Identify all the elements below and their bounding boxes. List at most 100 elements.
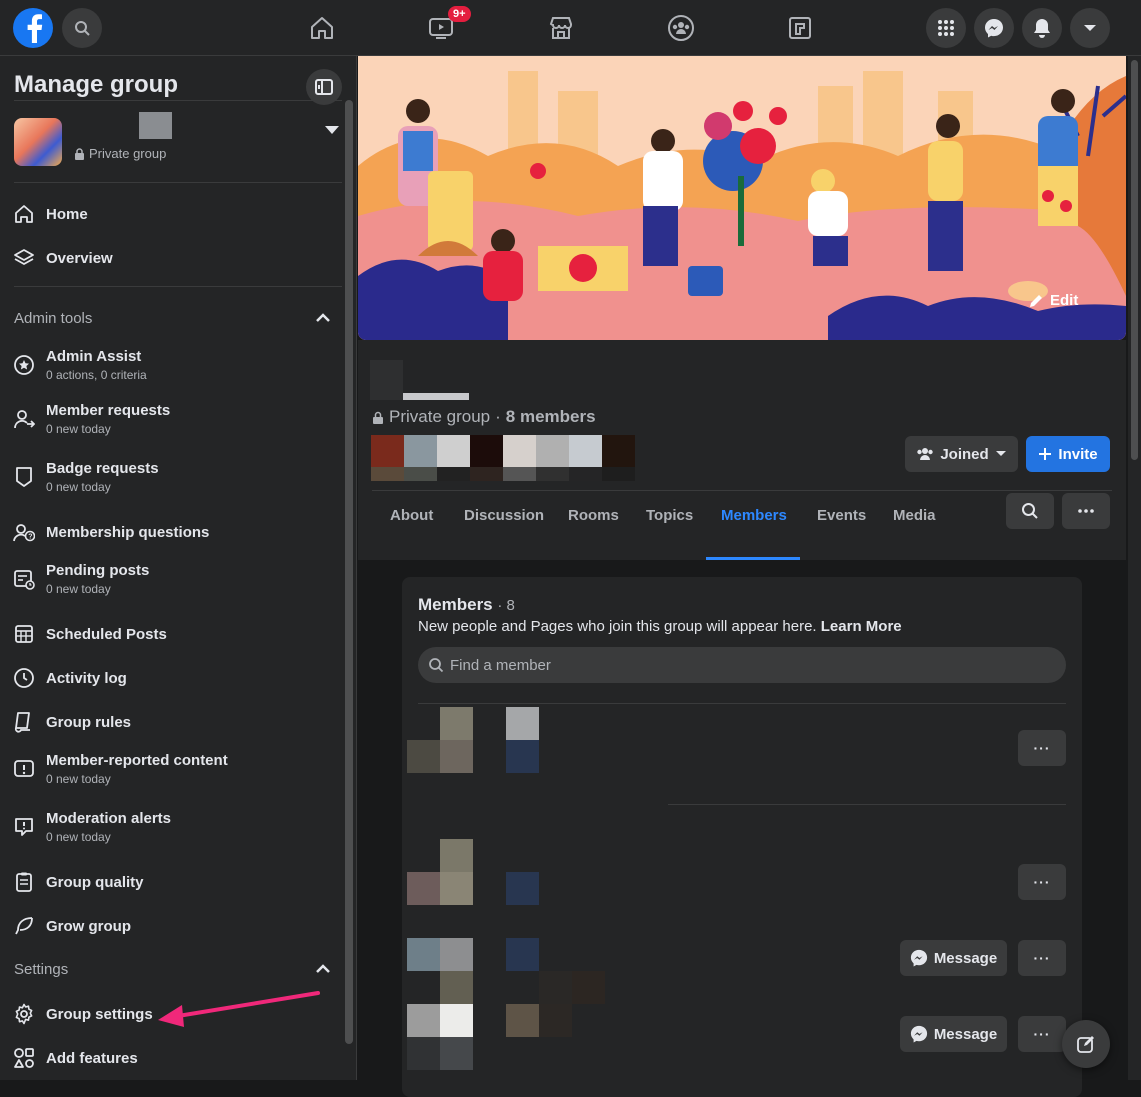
avatar[interactable]: [407, 740, 440, 773]
find-member-input[interactable]: Find a member: [418, 647, 1066, 683]
sidebar-item-moderation-alerts[interactable]: Moderation alerts 0 new today: [12, 810, 342, 844]
member-avatars[interactable]: [371, 435, 635, 481]
member-more-button[interactable]: ···: [1018, 730, 1066, 766]
sidebar-item-admin-assist[interactable]: Admin Assist 0 actions, 0 criteria: [12, 348, 342, 382]
avatar[interactable]: [440, 938, 473, 971]
chevron-up-icon[interactable]: [316, 961, 330, 979]
compose-icon: [1077, 1036, 1094, 1053]
avatar[interactable]: [506, 872, 539, 905]
chevron-down-icon: [995, 451, 1006, 456]
member-more-button[interactable]: ···: [1018, 1016, 1066, 1052]
avatar[interactable]: [539, 971, 572, 1004]
sidebar-item-scheduled-posts[interactable]: Scheduled Posts: [12, 622, 342, 646]
member-more-button[interactable]: ···: [1018, 864, 1066, 900]
group-switcher-caret-icon[interactable]: [325, 126, 339, 134]
plus-icon: [1039, 448, 1052, 460]
search-icon[interactable]: [62, 8, 102, 48]
avatar[interactable]: [506, 740, 539, 773]
learn-more-link[interactable]: Learn More: [821, 618, 902, 635]
member-count[interactable]: 8 members: [506, 407, 596, 427]
sidebar-scrollbar[interactable]: [345, 100, 353, 1044]
avatar[interactable]: [440, 971, 473, 1004]
avatar[interactable]: [506, 1004, 539, 1037]
avatar[interactable]: [539, 1004, 572, 1037]
edit-cover-button[interactable]: Edit: [1028, 292, 1078, 309]
sidebar-item-overview[interactable]: Overview: [12, 246, 342, 270]
sidebar-item-badge-requests[interactable]: Badge requests 0 new today: [12, 460, 342, 494]
pencil-icon: [1030, 294, 1042, 307]
avatar[interactable]: [440, 1037, 473, 1070]
avatar[interactable]: [407, 938, 440, 971]
avatar[interactable]: [407, 1037, 440, 1070]
sidebar-item-grow-group[interactable]: Grow group: [12, 914, 342, 938]
avatar[interactable]: [506, 707, 539, 740]
marketplace-icon[interactable]: [541, 8, 581, 48]
avatar[interactable]: [506, 938, 539, 971]
tab-discussion[interactable]: Discussion: [464, 507, 544, 524]
search-group-button[interactable]: [1006, 493, 1054, 529]
group-privacy: Private group: [74, 146, 166, 161]
lock-icon: [373, 411, 383, 424]
avatar[interactable]: [407, 1004, 440, 1037]
new-message-button[interactable]: [1062, 1020, 1110, 1068]
page-scrollbar[interactable]: [1128, 56, 1141, 1080]
message-button[interactable]: Message: [900, 1016, 1007, 1052]
scrollbar-thumb[interactable]: [1131, 60, 1138, 460]
questions-icon: ?: [12, 520, 36, 544]
joined-button[interactable]: Joined: [905, 436, 1018, 472]
settings-header: Settings: [14, 961, 69, 978]
tab-media[interactable]: Media: [893, 507, 936, 524]
avatar[interactable]: [440, 707, 473, 740]
annotation-arrow: [158, 991, 320, 1027]
sidebar-item-group-quality[interactable]: Group quality: [12, 870, 342, 894]
group-name-redacted: [139, 112, 172, 139]
cover-photo[interactable]: [358, 56, 1126, 340]
home-icon[interactable]: [302, 8, 342, 48]
messenger-icon: [910, 1025, 927, 1043]
tab-rooms[interactable]: Rooms: [568, 507, 619, 524]
sidebar-item-add-features[interactable]: Add features: [12, 1046, 342, 1070]
layers-icon: [12, 246, 36, 270]
sidebar-item-group-rules[interactable]: Group rules: [12, 710, 342, 734]
tab-members[interactable]: Members: [721, 507, 787, 524]
chevron-up-icon[interactable]: [316, 310, 330, 328]
more-options-button[interactable]: [1062, 493, 1110, 529]
tab-topics[interactable]: Topics: [646, 507, 693, 524]
sidebar-item-member-reported-content[interactable]: Member-reported content 0 new today: [12, 752, 342, 786]
sidebar-item-member-requests[interactable]: Member requests 0 new today: [12, 402, 342, 436]
divider: [418, 703, 1066, 704]
account-caret-icon[interactable]: [1070, 8, 1110, 48]
tab-events[interactable]: Events: [817, 507, 866, 524]
more-icon: [1078, 509, 1094, 513]
avatar[interactable]: [440, 839, 473, 872]
avatar[interactable]: [407, 872, 440, 905]
invite-button[interactable]: Invite: [1026, 436, 1110, 472]
report-icon: [12, 757, 36, 781]
sidebar-item-home[interactable]: Home: [12, 202, 342, 226]
groups-icon[interactable]: [661, 8, 701, 48]
home-icon: [12, 202, 36, 226]
notifications-icon[interactable]: [1022, 8, 1062, 48]
avatar[interactable]: [440, 872, 473, 905]
menu-grid-icon[interactable]: [926, 8, 966, 48]
sidebar-item-activity-log[interactable]: Activity log: [12, 666, 342, 690]
avatar[interactable]: [572, 971, 605, 1004]
admin-assist-icon: [12, 353, 36, 377]
group-privacy-line: Private group · 8 members: [372, 407, 596, 427]
facebook-logo[interactable]: [13, 8, 53, 48]
gaming-icon[interactable]: [780, 8, 820, 48]
sidebar-item-membership-questions[interactable]: ? Membership questions: [12, 520, 342, 544]
sidebar-item-pending-posts[interactable]: Pending posts 0 new today: [12, 562, 342, 596]
avatar[interactable]: [440, 740, 473, 773]
watch-badge: 9+: [448, 6, 471, 22]
member-requests-icon: [12, 407, 36, 431]
group-thumbnail[interactable]: [14, 118, 62, 166]
group-name-redacted: [370, 360, 403, 400]
avatar[interactable]: [440, 1004, 473, 1037]
member-more-button[interactable]: ···: [1018, 940, 1066, 976]
messenger-icon[interactable]: [974, 8, 1014, 48]
tab-about[interactable]: About: [390, 507, 433, 524]
message-button[interactable]: Message: [900, 940, 1007, 976]
members-card: Members · 8 New people and Pages who joi…: [402, 577, 1082, 1097]
top-navigation-bar: 9+: [0, 0, 1141, 56]
